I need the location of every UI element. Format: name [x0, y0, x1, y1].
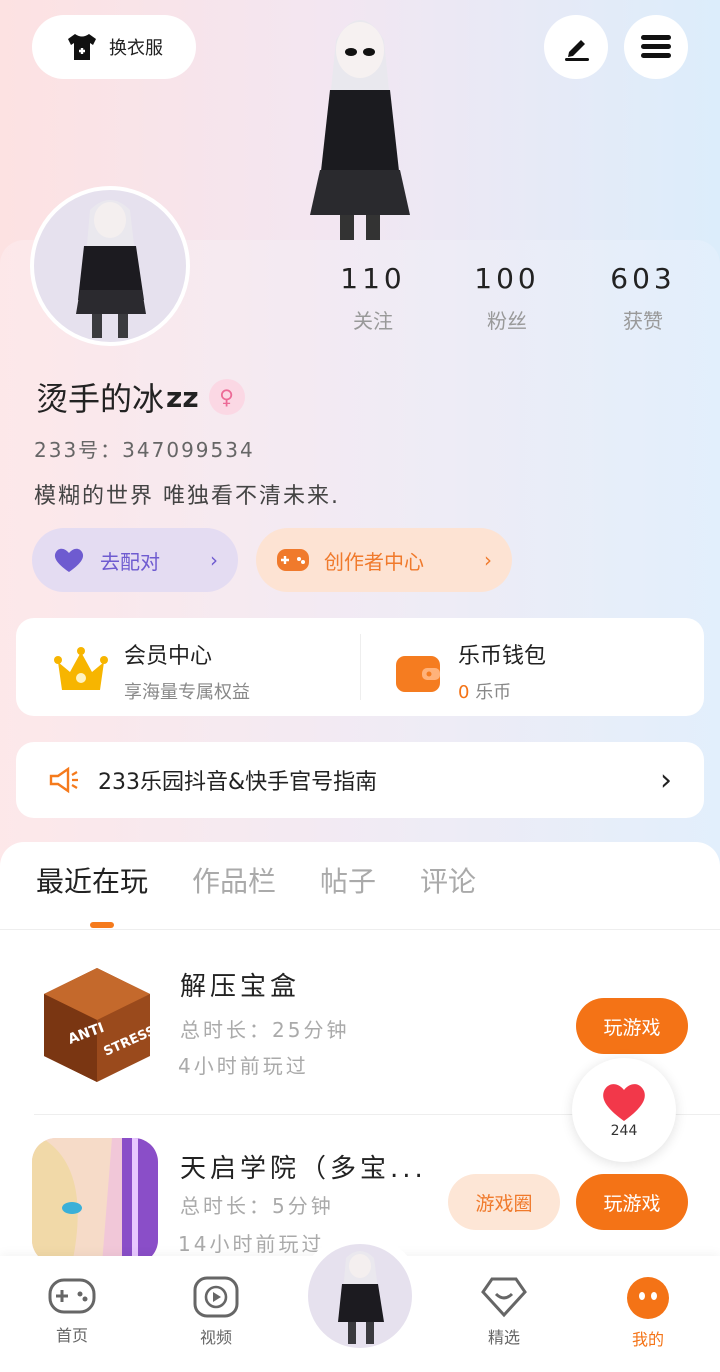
nav-mine[interactable]: 我的: [603, 1276, 693, 1350]
anime-character-icon: [32, 1138, 158, 1264]
change-outfit-button[interactable]: 换衣服: [32, 15, 196, 79]
crown-icon: [54, 647, 108, 690]
content-tabs: 最近在玩 作品栏 帖子 评论: [36, 860, 476, 900]
nav-home-label: 首页: [55, 1326, 88, 1345]
game-duration-1: 总时长：25分钟: [180, 1018, 350, 1042]
mine-face-icon: [627, 1277, 669, 1319]
avatar[interactable]: [30, 186, 190, 346]
profile-name-row: 烫手的冰 zz ♀: [36, 374, 245, 420]
game-title-2[interactable]: 天启学院（多宝...: [180, 1148, 427, 1185]
video-play-icon: [193, 1276, 239, 1318]
character-figure[interactable]: [280, 0, 440, 240]
tabs-divider: [0, 929, 720, 930]
stat-likes-num: 603: [610, 262, 676, 295]
stat-fans-label: 粉丝: [487, 309, 527, 333]
nav-avatar-center[interactable]: [304, 1240, 416, 1352]
game-duration-2: 总时长：5分钟: [180, 1194, 334, 1218]
game-last-played-1: 4小时前玩过: [178, 1054, 309, 1078]
tab-indicator: [90, 922, 114, 928]
vip-title: 会员中心: [124, 644, 213, 669]
nav-featured[interactable]: 精选: [459, 1276, 549, 1348]
tab-comments[interactable]: 评论: [420, 860, 476, 900]
stat-following-label: 关注: [353, 309, 393, 333]
stat-fans-num: 100: [474, 262, 540, 295]
chevron-right-icon: ›: [660, 762, 672, 798]
play-game-button-1[interactable]: 玩游戏: [576, 998, 688, 1054]
heart-icon: [603, 1084, 645, 1121]
stat-following-num: 110: [340, 262, 406, 295]
game-title-1[interactable]: 解压宝盒: [180, 966, 300, 1003]
vip-subtitle: 享海量专属权益: [124, 682, 250, 703]
game-last-played-2: 14小时前玩过: [178, 1232, 325, 1256]
pair-label: 去配对: [100, 549, 160, 574]
user-id[interactable]: 233号：347099534: [34, 434, 255, 463]
sleep-zz: zz: [166, 380, 199, 414]
wallet-title: 乐币钱包: [458, 644, 547, 669]
chevron-right-icon: ›: [210, 548, 218, 572]
nav-mine-label: 我的: [631, 1330, 664, 1349]
gamepad-icon: [277, 549, 309, 571]
shirt-icon: [68, 34, 96, 60]
change-outfit-label: 换衣服: [109, 38, 163, 59]
featured-heart-icon: [481, 1277, 527, 1318]
heart-pair-icon: [54, 548, 84, 572]
game-icon-antistress[interactable]: ANTI STRESS: [34, 962, 160, 1088]
profile-name: 烫手的冰: [36, 380, 165, 418]
wallet-icon: [396, 656, 440, 692]
menu-button[interactable]: [624, 15, 688, 79]
wallet[interactable]: 乐币钱包 0 乐币: [394, 638, 546, 704]
game-icon-tianqi[interactable]: [32, 1138, 158, 1264]
tab-posts[interactable]: 帖子: [320, 860, 376, 900]
tab-works[interactable]: 作品栏: [192, 860, 276, 900]
stat-likes[interactable]: 603 获赞: [588, 262, 698, 334]
antistress-cube-icon: ANTI STRESS: [34, 962, 160, 1088]
vip-center[interactable]: 会员中心 享海量专属权益: [54, 638, 250, 704]
play-game-button-2[interactable]: 玩游戏: [576, 1174, 688, 1230]
female-icon: ♀: [208, 379, 245, 415]
like-count: 244: [610, 1123, 638, 1139]
chevron-right-icon: ›: [484, 548, 492, 572]
announcement-bar[interactable]: 233乐园抖音&快手官号指南 ›: [16, 742, 704, 818]
stat-likes-label: 获赞: [623, 309, 663, 333]
gamepad-nav-icon: [48, 1278, 96, 1314]
game-circle-button[interactable]: 游戏圈: [448, 1174, 560, 1230]
menu-icon: [641, 35, 671, 58]
nav-video[interactable]: 视频: [171, 1276, 261, 1348]
creator-center-button[interactable]: 创作者中心 ›: [256, 528, 512, 592]
nav-video-label: 视频: [199, 1328, 232, 1347]
edit-profile-button[interactable]: [544, 15, 608, 79]
member-wallet-card: 会员中心 享海量专属权益 乐币钱包 0 乐币: [16, 618, 704, 716]
avatar-figure-small: [338, 1251, 384, 1344]
tab-recent[interactable]: 最近在玩: [36, 860, 148, 900]
edit-icon: [565, 40, 589, 61]
avatar-figure: [76, 200, 146, 338]
nav-home[interactable]: 首页: [27, 1276, 117, 1346]
like-floating-button[interactable]: 244: [572, 1058, 676, 1162]
wallet-unit: 乐币: [475, 682, 512, 703]
megaphone-icon: [49, 766, 78, 794]
creator-label: 创作者中心: [324, 549, 424, 574]
announcement-text: 233乐园抖音&快手官号指南: [98, 770, 378, 795]
wallet-amount: 0: [458, 682, 470, 703]
stat-following[interactable]: 110 关注: [318, 262, 428, 334]
card-divider: [360, 634, 361, 700]
stat-fans[interactable]: 100 粉丝: [452, 262, 562, 334]
nav-featured-label: 精选: [487, 1328, 520, 1347]
bio: 模糊的世界 唯独看不清未来.: [34, 484, 340, 509]
pair-button[interactable]: 去配对 ›: [32, 528, 238, 592]
